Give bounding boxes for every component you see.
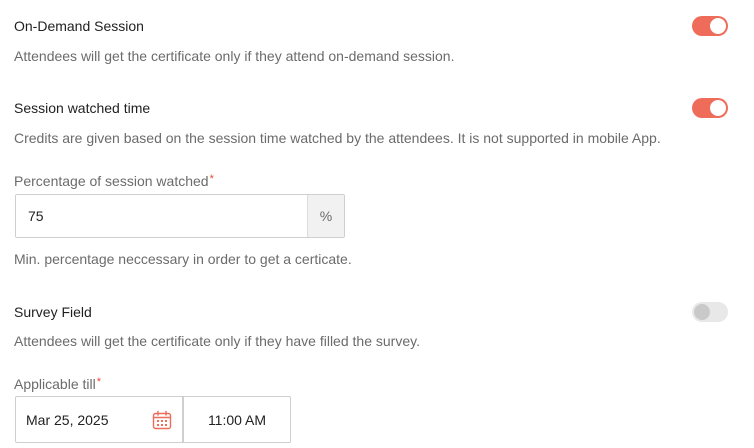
session-watched-time-title: Session watched time [14,100,151,116]
applicable-till-label: Applicable till* [14,375,101,393]
toggle-knob [710,100,726,116]
survey-field-description: Attendees will get the certificate only … [14,333,420,349]
on-demand-session-title: On-Demand Session [14,18,144,34]
percentage-help-text: Min. percentage neccessary in order to g… [14,251,352,267]
percentage-label-text: Percentage of session watched [14,173,209,189]
required-asterisk: * [96,376,101,388]
survey-field-title: Survey Field [14,304,92,320]
toggle-knob [694,304,710,320]
date-picker-field[interactable]: Mar 25, 2025 [15,396,183,443]
percent-addon: % [307,195,344,237]
survey-field-toggle[interactable] [692,302,728,322]
toggle-knob [710,18,726,34]
percentage-field-label: Percentage of session watched* [14,172,214,190]
calendar-icon[interactable] [152,410,172,430]
time-picker-field[interactable]: 11:00 AM [183,396,291,443]
date-value: Mar 25, 2025 [26,411,109,428]
required-asterisk: * [209,173,214,185]
on-demand-session-description: Attendees will get the certificate only … [14,48,455,64]
applicable-till-label-text: Applicable till [14,376,96,392]
percentage-input[interactable] [16,195,307,237]
percentage-input-group: % [15,194,345,238]
session-watched-time-description: Credits are given based on the session t… [14,130,661,146]
certificate-settings-panel: On-Demand Session Attendees will get the… [0,0,754,448]
session-watched-time-toggle[interactable] [692,98,728,118]
on-demand-session-toggle[interactable] [692,16,728,36]
